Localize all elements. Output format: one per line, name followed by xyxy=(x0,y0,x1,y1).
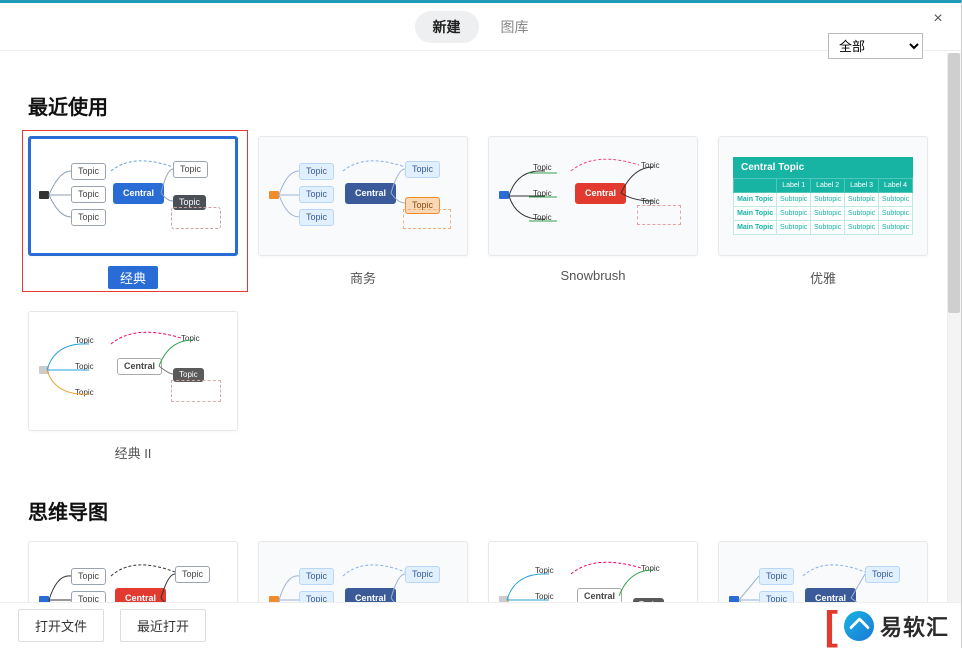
elegant-table: Label 1 Label 2 Label 3 Label 4 Main Top… xyxy=(733,178,913,235)
tab-new[interactable]: 新建 xyxy=(415,11,479,43)
filter-select[interactable]: 全部 xyxy=(828,33,923,59)
template-card-elegant[interactable]: Central Topic Label 1 Label 2 Label 3 La… xyxy=(718,136,928,289)
connector-lines xyxy=(33,546,233,602)
template-card-classic2[interactable]: Topic Topic Topic Central Topic Topic xyxy=(28,311,238,464)
table-header: Central Topic xyxy=(733,157,913,178)
template-card-classic[interactable]: Topic Topic Topic Central Topic Topic 经典 xyxy=(28,136,238,289)
template-thumb: Topic Topic Topic Central Topic Topic xyxy=(488,541,698,602)
template-thumb: Topic Topic Topic Central Topic Topic xyxy=(258,541,468,602)
connector-lines xyxy=(33,141,233,251)
connector-lines xyxy=(493,546,693,602)
open-file-button[interactable]: 打开文件 xyxy=(18,609,104,642)
connector-lines xyxy=(263,546,463,602)
template-thumb: Topic Topic Topic Central Topic Topic xyxy=(258,136,468,256)
logo-icon xyxy=(844,611,874,641)
connector-lines xyxy=(263,141,463,251)
template-label: 优雅 xyxy=(798,266,848,289)
template-card-snowbrush[interactable]: Topic Topic Topic Central Topic Topic xyxy=(488,136,698,289)
template-thumb: Topic Topic Topic Central Topic Topic xyxy=(28,541,238,602)
template-card-business[interactable]: Topic Topic Topic Central Topic Topic 商务 xyxy=(258,136,468,289)
template-thumb: Topic Topic Topic Central Topic Topic xyxy=(718,541,928,602)
watermark-text: 易软汇 xyxy=(880,610,949,642)
bracket-icon: [ xyxy=(825,611,838,641)
template-thumb: Topic Topic Topic Central Topic Topic xyxy=(488,136,698,256)
connector-lines xyxy=(33,316,233,426)
template-label: 商务 xyxy=(338,266,388,289)
template-label: 经典 II xyxy=(103,441,164,464)
template-thumb: Central Topic Label 1 Label 2 Label 3 La… xyxy=(718,136,928,256)
content-area: 最近使用 Topic Topic Topic Central Topic Top… xyxy=(0,63,951,602)
template-card[interactable]: Topic Topic Topic Central Topic Topic xyxy=(488,541,698,602)
header: 新建 图库 × xyxy=(0,3,961,51)
footer: 打开文件 最近打开 xyxy=(0,602,961,648)
template-label: Snowbrush xyxy=(548,266,637,285)
template-card[interactable]: Topic Topic Topic Central Topic Topic xyxy=(258,541,468,602)
template-card[interactable]: Topic Topic Topic Central Topic Topic xyxy=(718,541,928,602)
template-card[interactable]: Topic Topic Topic Central Topic Topic xyxy=(28,541,238,602)
watermark: [ 易软汇 xyxy=(821,606,953,646)
section-title-mindmap: 思维导图 xyxy=(28,496,933,525)
template-label: 经典 xyxy=(108,266,158,289)
recent-grid: Topic Topic Topic Central Topic Topic 经典 xyxy=(28,136,933,464)
recent-open-button[interactable]: 最近打开 xyxy=(120,609,206,642)
close-icon[interactable]: × xyxy=(923,9,953,33)
mindmap-grid: Topic Topic Topic Central Topic Topic xyxy=(28,541,933,602)
section-title-recent: 最近使用 xyxy=(28,91,933,120)
tab-library[interactable]: 图库 xyxy=(483,11,547,43)
template-thumb: Topic Topic Topic Central Topic Topic xyxy=(28,136,238,256)
header-tabs: 新建 图库 xyxy=(415,11,547,43)
connector-lines xyxy=(493,141,693,251)
template-thumb: Topic Topic Topic Central Topic Topic xyxy=(28,311,238,431)
connector-lines xyxy=(723,546,923,602)
